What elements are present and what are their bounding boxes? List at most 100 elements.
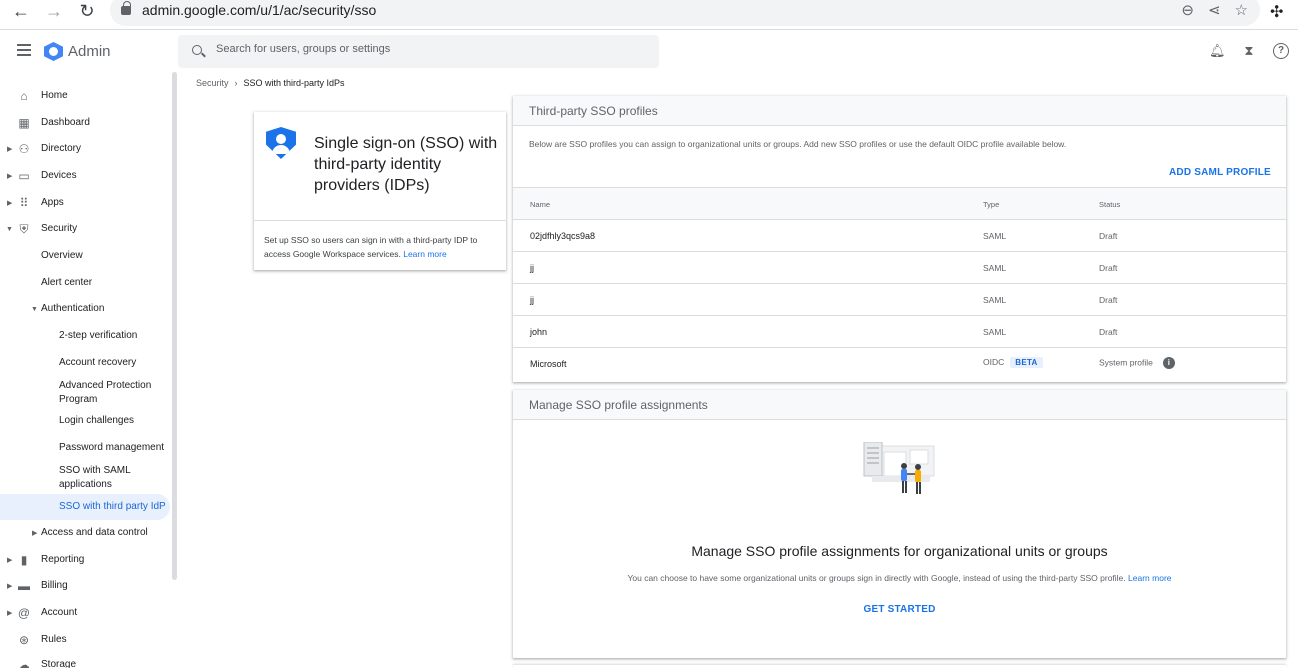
learn-more-link[interactable]: Learn more (1128, 573, 1171, 583)
profile-status: Draft (1099, 263, 1118, 273)
bookmark-star-icon[interactable]: ☆ (1235, 1, 1248, 19)
profile-name[interactable]: jj (530, 295, 534, 305)
caret-right-icon[interactable]: ▶ (7, 145, 12, 153)
profile-name[interactable]: jj (530, 263, 534, 273)
get-started-row: GET STARTED (513, 604, 1286, 615)
sidebar-item-login-challenges[interactable]: Login challenges (0, 408, 170, 434)
caret-right-icon[interactable]: ▶ (7, 199, 12, 207)
column-header-name[interactable]: Name (530, 200, 550, 209)
learn-more-link[interactable]: Learn more (403, 249, 446, 259)
assignment-illustration-icon (863, 442, 935, 494)
sidebar-item-sso-saml-apps[interactable]: SSO with SAML applications (0, 463, 170, 493)
sidebar-item-alert-center[interactable]: Alert center (0, 270, 170, 296)
rules-icon: ⊛ (18, 633, 30, 647)
sidebar-item-label: Overview (41, 250, 83, 261)
beta-badge: BETA (1010, 357, 1043, 368)
sidebar-item-overview[interactable]: Overview (0, 243, 170, 269)
caret-down-icon[interactable]: ▼ (6, 226, 13, 233)
sidebar-nav: ⌂ Home ▦ Dashboard ▶ ⚇ Directory ▶ ▭ Dev… (0, 72, 178, 668)
sidebar-item-sso-third-party-idp[interactable]: SSO with third party IdP (0, 494, 170, 520)
sidebar-item-password-management[interactable]: Password management (0, 435, 170, 461)
devices-icon: ▭ (18, 169, 30, 183)
notifications-bell-icon[interactable]: 🔔︎ (1209, 43, 1226, 59)
get-started-button[interactable]: GET STARTED (863, 604, 935, 615)
sidebar-item-security[interactable]: ▼ ⛨ Security (0, 216, 170, 242)
sidebar-item-account[interactable]: ▶ @ Account (0, 600, 170, 626)
help-icon[interactable]: ? (1273, 43, 1289, 59)
add-saml-profile-button[interactable]: ADD SAML PROFILE (1169, 167, 1271, 178)
forward-arrow-icon[interactable]: → (42, 0, 66, 22)
sidebar-item-account-recovery[interactable]: Account recovery (0, 350, 170, 376)
card-header: Manage SSO profile assignments (513, 390, 1286, 420)
column-header-status[interactable]: Status (1099, 200, 1120, 209)
column-header-type[interactable]: Type (983, 200, 999, 209)
admin-logo-icon[interactable] (44, 42, 63, 61)
table-row[interactable]: Microsoft OIDC BETA System profile i (513, 348, 1286, 380)
profile-status: Draft (1099, 295, 1118, 305)
table-row[interactable]: jj SAML Draft (513, 252, 1286, 284)
caret-right-icon[interactable]: ▶ (7, 172, 12, 180)
sidebar-item-directory[interactable]: ▶ ⚇ Directory (0, 136, 170, 162)
sidebar-item-label: Login challenges (59, 415, 135, 426)
caret-right-icon[interactable]: ▶ (7, 556, 12, 564)
app-title[interactable]: Admin (68, 43, 111, 60)
share-icon[interactable]: ⋖ (1208, 1, 1221, 19)
sidebar-item-billing[interactable]: ▶ ▬ Billing (0, 573, 170, 599)
credit-card-icon: ▬ (18, 579, 30, 593)
breadcrumb: Security › SSO with third-party IdPs (196, 78, 345, 88)
profile-name[interactable]: 02jdfhly3qcs9a8 (530, 231, 595, 241)
reload-icon[interactable]: ↻ (75, 0, 99, 22)
sidebar-item-home[interactable]: ⌂ Home (0, 83, 170, 109)
breadcrumb-security-link[interactable]: Security (196, 78, 229, 88)
back-arrow-icon[interactable]: ← (9, 0, 33, 22)
table-row[interactable]: john SAML Draft (513, 316, 1286, 348)
sidebar-item-label: Advanced Protection Program (59, 380, 152, 405)
sidebar-item-label: Access and data control (41, 527, 148, 538)
sidebar-item-apps[interactable]: ▶ ⠿ Apps (0, 190, 170, 216)
sidebar-item-reporting[interactable]: ▶ ▮ Reporting (0, 547, 170, 573)
sidebar-item-label: SSO with SAML applications (59, 465, 131, 490)
tasks-hourglass-icon[interactable]: ⧗ (1241, 43, 1257, 59)
main-menu-icon[interactable] (17, 44, 31, 56)
search-input[interactable] (216, 43, 636, 55)
profile-name[interactable]: john (530, 327, 547, 337)
at-sign-icon: @ (17, 606, 31, 620)
sidebar-item-label: Authentication (41, 303, 105, 314)
divider (254, 220, 506, 221)
caret-down-icon[interactable]: ▼ (31, 306, 38, 313)
sidebar-item-label: Billing (41, 580, 68, 591)
sidebar-item-storage[interactable]: ☁ Storage (0, 652, 170, 668)
table-row[interactable]: 02jdfhly3qcs9a8 SAML Draft (513, 220, 1286, 252)
assignments-description-text: You can choose to have some organization… (627, 573, 1126, 583)
profile-name[interactable]: Microsoft (530, 359, 567, 369)
zoom-out-icon[interactable]: ⊖ (1181, 1, 1194, 19)
table-row[interactable]: jj SAML Draft (513, 284, 1286, 316)
cloud-icon: ☁ (18, 658, 30, 668)
info-icon[interactable]: i (1162, 357, 1175, 369)
sidebar-item-label: Dashboard (41, 117, 90, 128)
search-bar[interactable] (178, 35, 659, 68)
assignments-heading: Manage SSO profile assignments for organ… (691, 543, 1108, 559)
caret-right-icon[interactable]: ▶ (32, 529, 37, 537)
caret-right-icon[interactable]: ▶ (7, 609, 12, 617)
sidebar-scrollbar[interactable] (172, 72, 177, 580)
sidebar-item-rules[interactable]: ⊛ Rules (0, 627, 170, 653)
profile-status: System profile (1099, 357, 1153, 368)
profile-type-cell: OIDC BETA (983, 357, 1043, 368)
profile-status: Draft (1099, 327, 1118, 337)
person-icon: ⚇ (18, 142, 30, 156)
sidebar-item-2-step-verification[interactable]: 2-step verification (0, 323, 170, 349)
sidebar-item-authentication[interactable]: ▼ Authentication (0, 296, 170, 322)
sidebar-item-access-data-control[interactable]: ▶ Access and data control (0, 520, 170, 546)
sidebar-item-label: Password management (59, 442, 165, 453)
extensions-puzzle-icon[interactable]: ✣ (1270, 2, 1283, 22)
sidebar-item-label: SSO with third party IdP (59, 501, 166, 512)
security-shield-icon (266, 127, 296, 159)
address-bar[interactable]: admin.google.com/u/1/ac/security/sso ⊖ ⋖… (110, 0, 1260, 26)
sidebar-item-advanced-protection[interactable]: Advanced Protection Program (0, 378, 170, 408)
sidebar-item-label: Home (41, 90, 68, 101)
sidebar-item-dashboard[interactable]: ▦ Dashboard (0, 110, 170, 136)
caret-right-icon[interactable]: ▶ (7, 582, 12, 590)
url-text[interactable]: admin.google.com/u/1/ac/security/sso (142, 2, 376, 18)
sidebar-item-devices[interactable]: ▶ ▭ Devices (0, 163, 170, 189)
